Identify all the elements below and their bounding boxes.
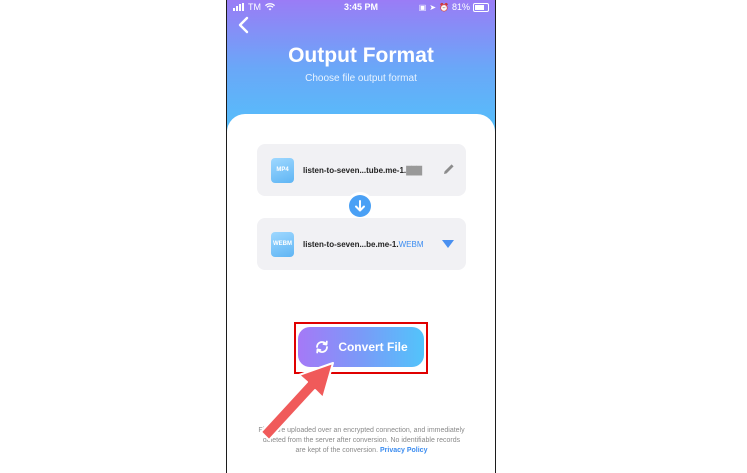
convert-file-button[interactable]: Convert File (298, 327, 424, 367)
convert-file-label: Convert File (338, 340, 408, 354)
pencil-icon[interactable] (442, 162, 456, 176)
alarm-icon: ⏰ (439, 2, 449, 12)
target-file-type: WEBM (273, 241, 292, 247)
status-bar: TM 3:45 PM ▣ ➤ ⏰ 81% (227, 0, 495, 14)
arrow-down-icon (355, 200, 365, 212)
webm-file-icon: WEBM (271, 232, 294, 257)
battery-icon (473, 2, 489, 12)
source-file-card: MP4 listen-to-seven...tube.me-1.███ (257, 144, 466, 196)
target-file-extension: WEBM (398, 240, 424, 249)
page-title: Output Format (288, 44, 434, 67)
lock-icon: ▣ (418, 2, 427, 12)
convert-direction-icon (349, 195, 371, 217)
privacy-note-text: Files are uploaded over an encrypted con… (258, 427, 465, 454)
dropdown-triangle-icon[interactable] (442, 239, 454, 249)
source-file-extension: ███ (406, 166, 422, 175)
target-file-name: listen-to-seven...be.me-1.WEBM (303, 240, 423, 249)
source-file-type: MP4 (276, 167, 289, 173)
target-file-card[interactable]: WEBM listen-to-seven...be.me-1.WEBM (257, 218, 466, 270)
source-file-name: listen-to-seven...tube.me-1.███ (303, 166, 422, 175)
location-icon: ➤ (429, 2, 437, 12)
back-button[interactable] (237, 16, 261, 40)
chevron-left-icon (238, 16, 249, 34)
source-file-basename: listen-to-seven...tube.me-1. (303, 166, 407, 175)
privacy-note: Files are uploaded over an encrypted con… (257, 426, 466, 456)
privacy-policy-link[interactable]: Privacy Policy (380, 447, 427, 454)
mp4-file-icon: MP4 (271, 158, 294, 183)
phone-screen: TM 3:45 PM ▣ ➤ ⏰ 81% Output Format Choos… (227, 0, 495, 473)
refresh-icon (316, 340, 329, 354)
target-file-basename: listen-to-seven...be.me-1. (303, 240, 399, 249)
page-subtitle: Choose file output format (305, 73, 417, 84)
battery-percent: 81% (451, 2, 470, 12)
